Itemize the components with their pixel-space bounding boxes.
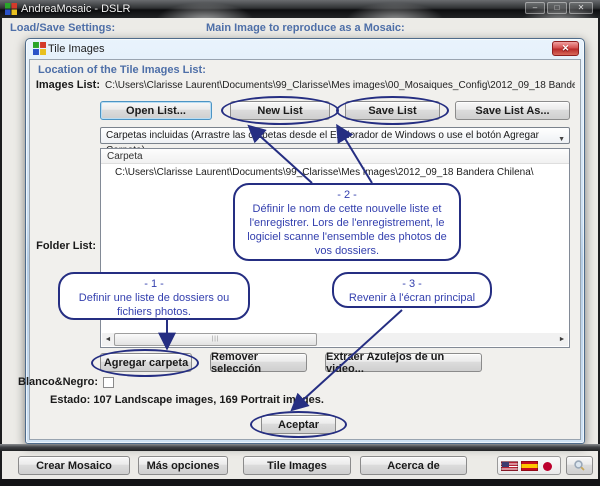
open-list-button[interactable]: Open List... xyxy=(100,101,212,120)
app-mosaic-icon xyxy=(5,3,17,15)
tile-images-button[interactable]: Tile Images xyxy=(243,456,351,475)
estado-status-text: Estado: 107 Landscape images, 169 Portra… xyxy=(50,394,324,406)
mas-opciones-button[interactable]: Más opciones xyxy=(138,456,228,475)
window-border-left xyxy=(0,18,2,486)
new-list-button[interactable]: New List xyxy=(230,101,330,120)
folder-row[interactable]: C:\Users\Clarisse Laurent\Documents\99_C… xyxy=(115,167,534,178)
included-folders-combobox[interactable]: Carpetas incluidas (Arrastre las carpeta… xyxy=(100,127,570,144)
magnifier-icon xyxy=(573,459,586,472)
window-border-bottom xyxy=(0,479,600,486)
blanco-negro-label: Blanco&Negro: xyxy=(18,376,98,388)
window-title: AndreaMosaic - DSLR xyxy=(21,3,130,15)
callout-step-1: - 1 - Definir une liste de dossiers ou f… xyxy=(58,272,250,320)
acerca-de-button[interactable]: Acerca de xyxy=(360,456,467,475)
scroll-left-icon[interactable]: ◄ xyxy=(102,333,114,346)
chevron-down-icon[interactable]: ▼ xyxy=(558,132,565,147)
scroll-right-icon[interactable]: ► xyxy=(556,333,568,346)
callout-step-3: - 3 - Revenir à l'écran principal xyxy=(332,272,492,308)
help-button[interactable] xyxy=(566,456,593,475)
remover-seleccion-button[interactable]: Remover selección xyxy=(210,353,307,372)
spain-flag-icon[interactable] xyxy=(521,461,538,471)
callout-step-2: - 2 - Définir le nom de cette nouvelle l… xyxy=(233,183,461,261)
folder-list-label: Folder List: xyxy=(26,240,96,252)
images-list-label: Images List: xyxy=(30,79,100,91)
dialog-close-button[interactable]: ✕ xyxy=(552,41,579,56)
save-list-button[interactable]: Save List xyxy=(345,101,440,120)
dialog-mosaic-icon xyxy=(33,42,46,55)
status-band xyxy=(0,444,600,451)
blanco-negro-checkbox[interactable] xyxy=(103,377,114,388)
japan-flag-icon[interactable] xyxy=(543,462,552,471)
maximize-button[interactable]: □ xyxy=(547,2,567,14)
us-flag-icon[interactable] xyxy=(501,461,518,471)
folder-column-header[interactable]: Carpeta xyxy=(101,149,569,164)
agregar-carpeta-button[interactable]: Agregar carpeta xyxy=(100,353,192,372)
extraer-azulejos-button[interactable]: Extraer Azulejos de un video... xyxy=(325,353,482,372)
save-list-as-button[interactable]: Save List As... xyxy=(455,101,570,120)
dialog-title: Tile Images xyxy=(48,43,104,55)
andreamosaic-window: AndreaMosaic - DSLR – □ ✕ Load/Save Sett… xyxy=(0,0,600,486)
crear-mosaico-button[interactable]: Crear Mosaico xyxy=(18,456,130,475)
aceptar-button[interactable]: Aceptar xyxy=(261,415,336,434)
horizontal-scrollbar[interactable]: ◄ ||| ► xyxy=(102,333,568,346)
location-heading: Location of the Tile Images List: xyxy=(38,64,206,76)
close-button[interactable]: ✕ xyxy=(569,2,593,14)
minimize-button[interactable]: – xyxy=(525,2,545,14)
images-list-path: C:\Users\Clarisse Laurent\Documents\99_C… xyxy=(105,80,575,91)
window-titlebar[interactable]: AndreaMosaic - DSLR – □ ✕ xyxy=(0,0,600,18)
load-save-settings-heading: Load/Save Settings: xyxy=(10,22,115,34)
language-selector[interactable] xyxy=(497,456,561,475)
scrollbar-thumb[interactable]: ||| xyxy=(114,333,317,346)
main-image-heading: Main Image to reproduce as a Mosaic: xyxy=(206,22,405,34)
